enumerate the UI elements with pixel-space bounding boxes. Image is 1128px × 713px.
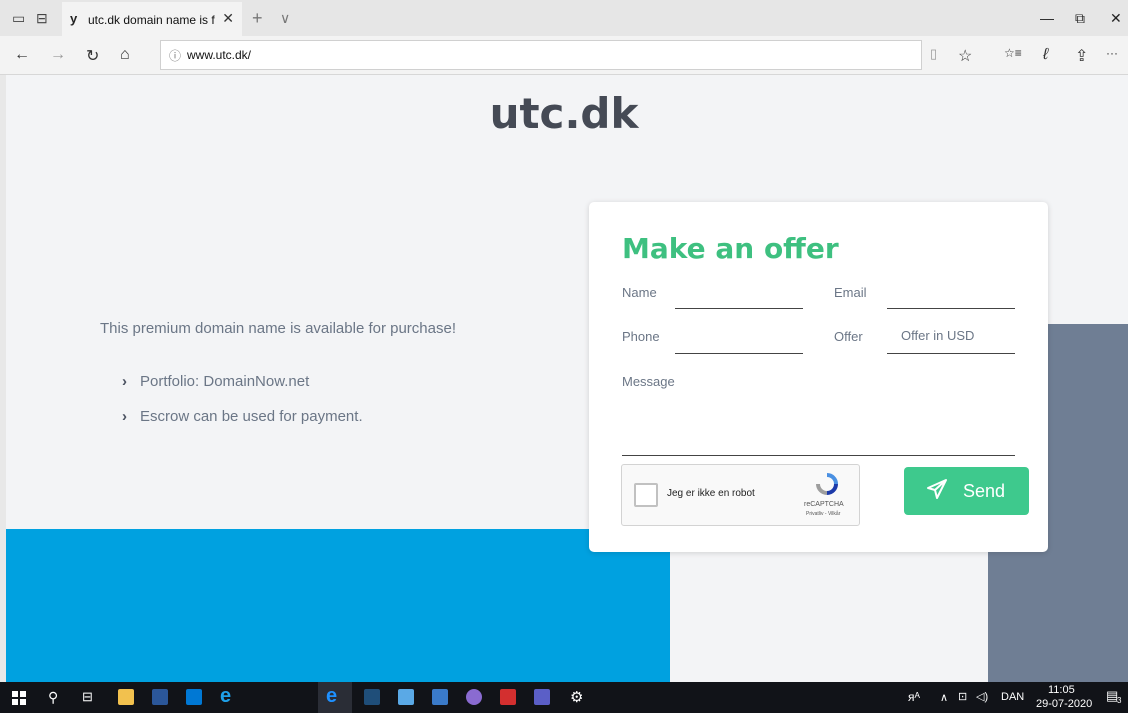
- outlook-icon[interactable]: [186, 689, 202, 705]
- send-label: Send: [963, 481, 1006, 501]
- active-tab[interactable]: y utc.dk domain name is f ✕: [62, 2, 242, 36]
- site-favicon-icon: y: [70, 11, 78, 26]
- teams-icon[interactable]: [534, 689, 550, 705]
- list-item: › Escrow can be used for payment.: [122, 408, 363, 425]
- email-label: Email: [834, 285, 867, 300]
- search-icon[interactable]: ⚲: [48, 689, 58, 706]
- name-field[interactable]: [675, 308, 803, 309]
- pdf-reader-icon[interactable]: [500, 689, 516, 705]
- escrow-text: Escrow can be used for payment.: [140, 408, 363, 425]
- people-icon[interactable]: ᴙᴬ: [908, 690, 920, 704]
- clock-date[interactable]: 29-07-2020: [1036, 698, 1092, 710]
- favorites-hub-icon[interactable]: ☆≡: [1004, 46, 1022, 60]
- name-label: Name: [622, 285, 657, 300]
- more-menu-icon[interactable]: ···: [1106, 46, 1118, 60]
- domain-heading: utc.dk: [489, 89, 639, 138]
- tab-set-aside-icon[interactable]: ▭: [12, 10, 25, 27]
- recaptcha-logo-icon: [816, 473, 838, 495]
- new-tab-button[interactable]: +: [252, 8, 263, 29]
- back-button[interactable]: ←: [14, 46, 30, 64]
- reading-view-icon[interactable]: ▯: [930, 46, 937, 62]
- forward-button[interactable]: →: [50, 46, 66, 64]
- address-bar-row: ← → ↻ ⌂ ⓘ www.utc.dk/ ▯ ☆ ☆≡ ℓ ⇪ ···: [0, 36, 1128, 75]
- app-icon[interactable]: [432, 689, 448, 705]
- app-icon[interactable]: [466, 689, 482, 705]
- browser-tab-bar: ▭ ⊟ y utc.dk domain name is f ✕ + ∨ — ⧉ …: [0, 0, 1128, 36]
- tab-title: utc.dk domain name is f: [88, 13, 215, 27]
- tab-preview-icon[interactable]: ⊟: [36, 10, 48, 27]
- notification-count: 3: [1117, 696, 1122, 705]
- windows-start-icon[interactable]: [12, 691, 26, 705]
- web-notes-icon[interactable]: ℓ: [1043, 46, 1048, 64]
- recaptcha-widget: Jeg er ikke en robot reCAPTCHA Privatliv…: [621, 464, 860, 526]
- email-field[interactable]: [887, 308, 1015, 309]
- app-icon[interactable]: [398, 689, 414, 705]
- url-text: www.utc.dk/: [187, 48, 252, 62]
- offer-label: Offer: [834, 329, 863, 344]
- minimize-button[interactable]: —: [1040, 10, 1054, 26]
- chevron-right-icon: ›: [122, 373, 127, 390]
- offer-input[interactable]: Offer in USD: [901, 328, 974, 343]
- phone-label: Phone: [622, 329, 660, 344]
- message-field[interactable]: [622, 455, 1015, 456]
- recaptcha-label: Jeg er ikke en robot: [667, 488, 755, 499]
- favorite-star-icon[interactable]: ☆: [958, 46, 972, 66]
- close-window-button[interactable]: ✕: [1110, 10, 1122, 27]
- portfolio-text: Portfolio: DomainNow.net: [140, 373, 310, 390]
- recaptcha-links[interactable]: Privatliv - Vilkår: [806, 511, 840, 517]
- tray-chevron-up-icon[interactable]: ∧: [940, 691, 948, 704]
- offer-field-underline: [887, 353, 1015, 354]
- word-icon[interactable]: [152, 689, 168, 705]
- file-explorer-icon[interactable]: [118, 689, 134, 705]
- info-icon[interactable]: ⓘ: [169, 47, 181, 64]
- send-icon: [927, 479, 947, 499]
- network-icon[interactable]: ⊡: [958, 690, 967, 703]
- tab-close-icon[interactable]: ✕: [222, 10, 234, 27]
- url-field[interactable]: ⓘ www.utc.dk/: [160, 40, 922, 70]
- offer-form-card: Make an offer Name Email Phone Offer Off…: [589, 202, 1048, 552]
- restore-button[interactable]: ⧉: [1075, 10, 1085, 27]
- recaptcha-checkbox[interactable]: [634, 483, 658, 507]
- volume-icon[interactable]: ◁): [976, 690, 988, 703]
- settings-gear-icon[interactable]: ⚙: [570, 688, 583, 706]
- message-label: Message: [622, 374, 675, 389]
- windows-taskbar: ⚲ ⊟ e e ⚙ ᴙᴬ ∧ ⊡ ◁) DAN 11:05 29-07-2020…: [0, 682, 1128, 713]
- language-indicator[interactable]: DAN: [1001, 691, 1024, 703]
- blue-block: [6, 529, 670, 682]
- clock-time[interactable]: 11:05: [1048, 684, 1075, 696]
- refresh-button[interactable]: ↻: [86, 46, 99, 66]
- web-page: utc.dk This premium domain name is avail…: [0, 75, 1128, 682]
- share-icon[interactable]: ⇪: [1075, 46, 1088, 66]
- availability-text: This premium domain name is available fo…: [100, 320, 456, 337]
- form-title: Make an offer: [622, 232, 839, 265]
- app-icon[interactable]: [364, 689, 380, 705]
- phone-field[interactable]: [675, 353, 803, 354]
- internet-explorer-icon[interactable]: e: [220, 685, 231, 708]
- task-view-icon[interactable]: ⊟: [82, 689, 93, 705]
- tab-list-button[interactable]: ∨: [280, 10, 290, 27]
- home-button[interactable]: ⌂: [120, 46, 130, 64]
- list-item: › Portfolio: DomainNow.net: [122, 373, 309, 390]
- send-button[interactable]: Send: [904, 467, 1029, 515]
- edge-icon[interactable]: e: [326, 685, 337, 708]
- chevron-right-icon: ›: [122, 408, 127, 425]
- recaptcha-brand: reCAPTCHA: [804, 501, 844, 508]
